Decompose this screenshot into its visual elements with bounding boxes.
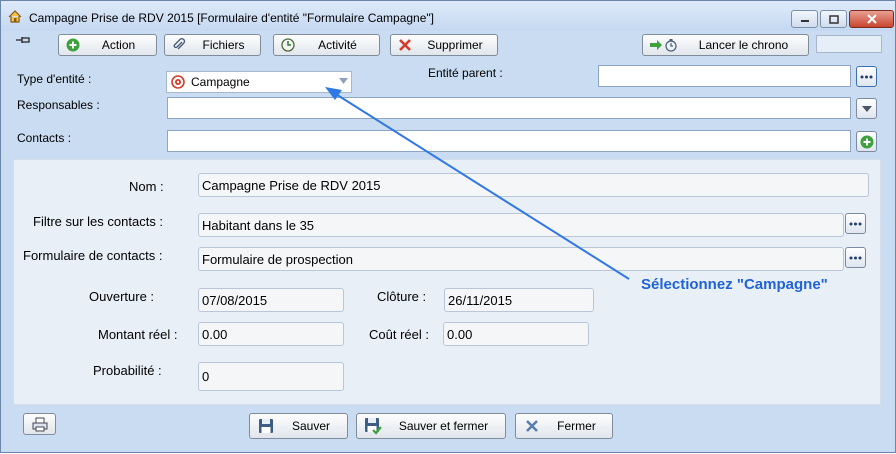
- sauver-label: Sauver: [291, 419, 331, 433]
- sauver-fermer-label: Sauver et fermer: [398, 419, 489, 433]
- close-x-icon: [523, 417, 541, 435]
- print-button[interactable]: [23, 413, 56, 435]
- fermer-button[interactable]: Fermer: [515, 413, 613, 439]
- annotation-arrow: [325, 87, 630, 280]
- floppy-check-icon: [364, 417, 382, 435]
- floppy-icon: [257, 417, 275, 435]
- entity-form-window: Campagne Prise de RDV 2015 [Formulaire d…: [0, 0, 896, 453]
- fermer-label: Fermer: [557, 419, 596, 433]
- annotation-text: Sélectionnez "Campagne": [641, 276, 828, 293]
- sauver-fermer-button[interactable]: Sauver et fermer: [356, 413, 506, 439]
- sauver-button[interactable]: Sauver: [249, 413, 348, 439]
- printer-icon: [32, 417, 48, 432]
